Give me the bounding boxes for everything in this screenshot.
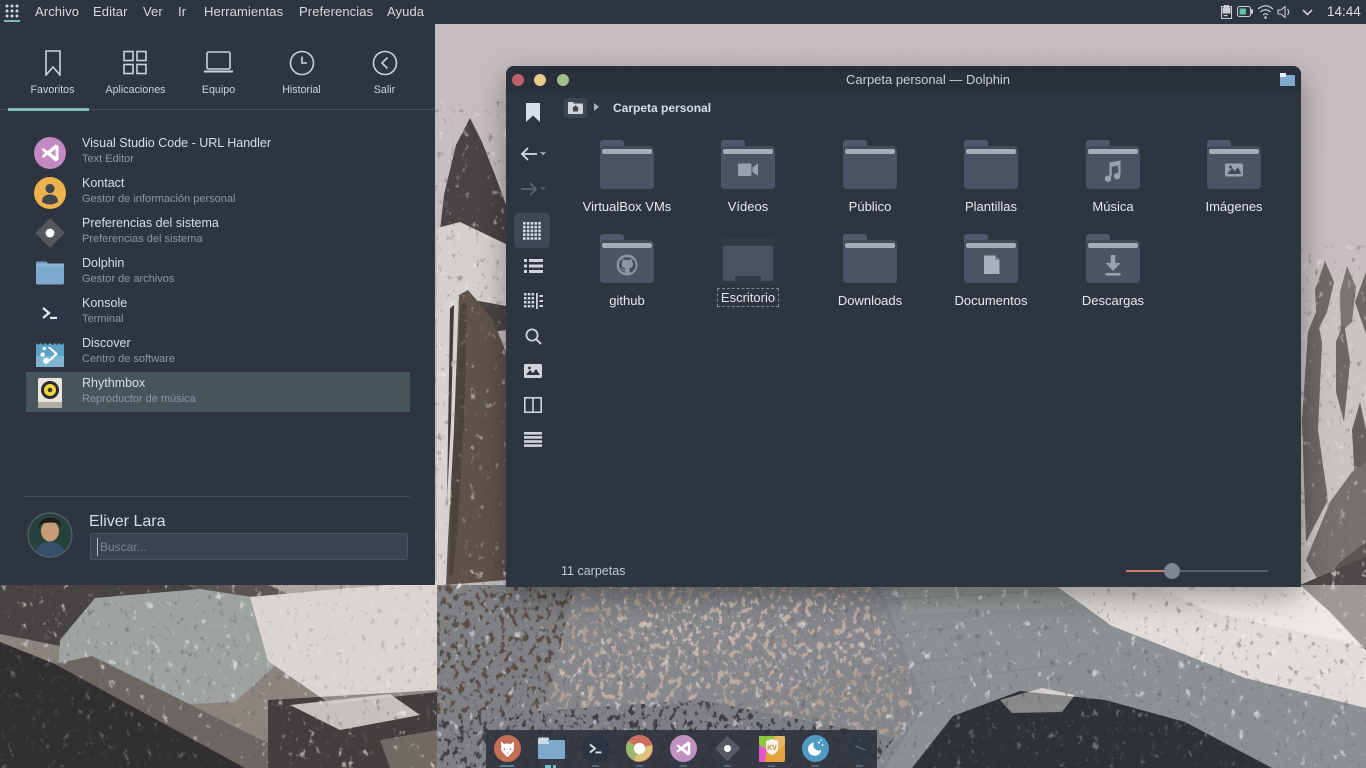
svg-text:12: 12 <box>858 737 863 742</box>
svg-text:KV: KV <box>767 745 777 752</box>
